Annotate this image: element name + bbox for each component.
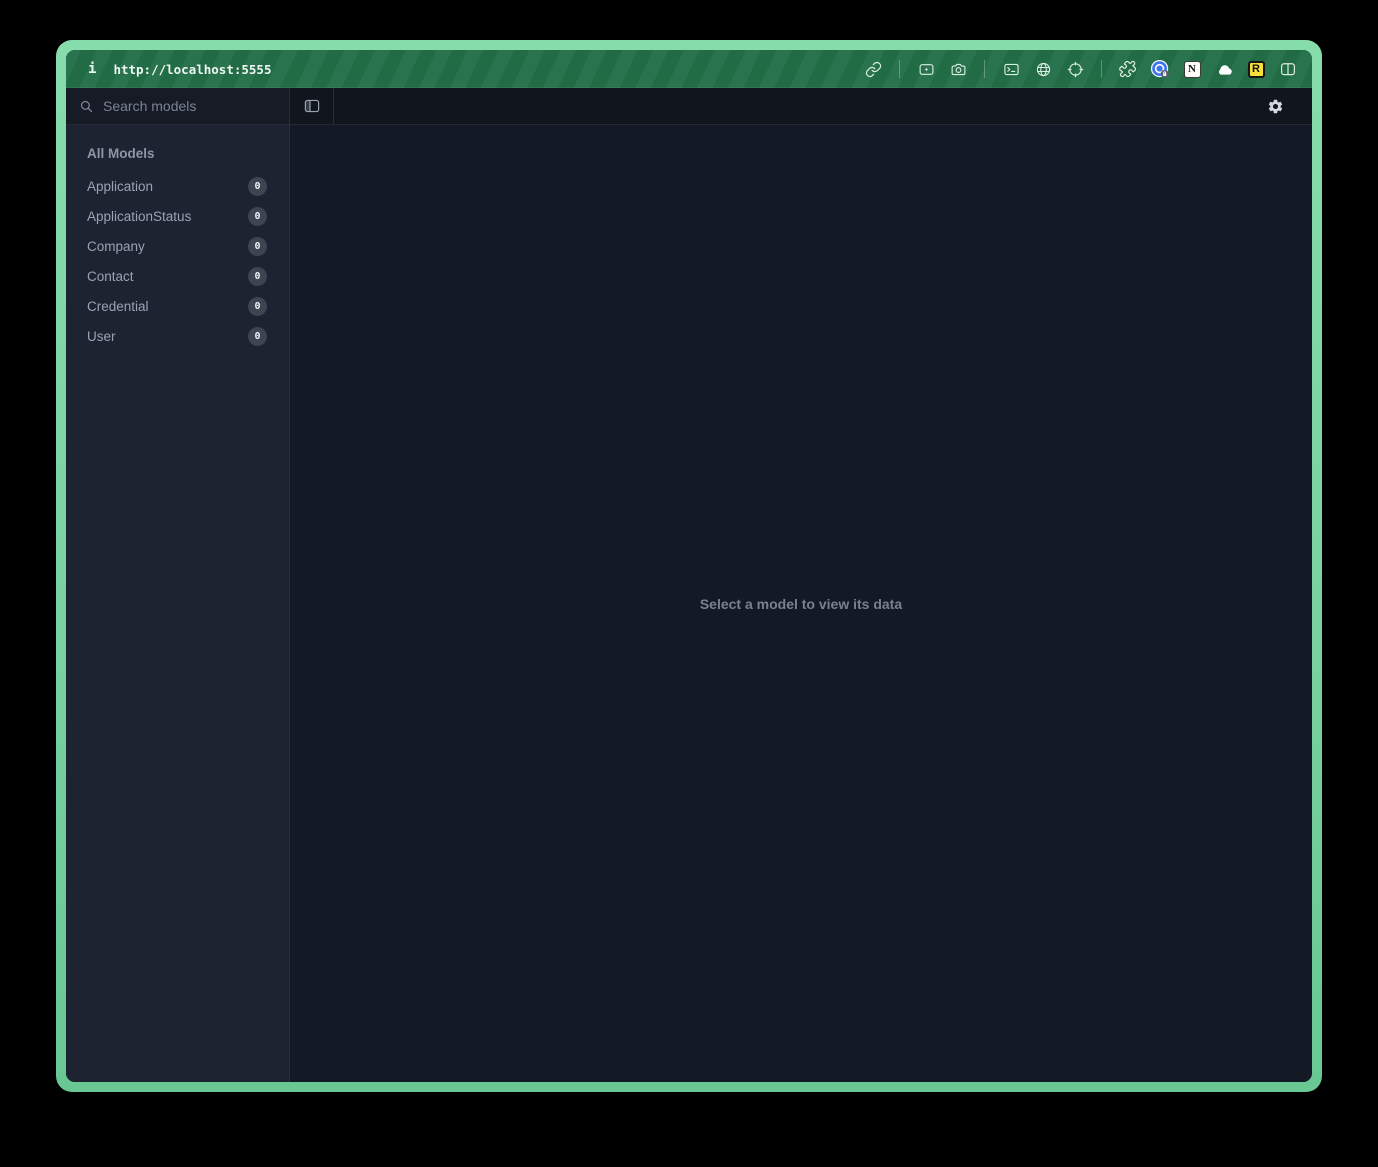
titlebar-toolbar: N R	[863, 59, 1298, 79]
studio-header	[66, 88, 1312, 125]
model-count-badge: 0	[248, 267, 267, 286]
r-extension-icon[interactable]: R	[1246, 59, 1266, 79]
model-label: Application	[87, 179, 153, 194]
browser-titlebar: i http://localhost:5555	[66, 50, 1312, 88]
model-label: ApplicationStatus	[87, 209, 191, 224]
empty-state-message: Select a model to view its data	[700, 596, 902, 612]
crosshair-icon[interactable]	[1065, 59, 1085, 79]
model-label: Credential	[87, 299, 149, 314]
toolbar-separator	[1101, 60, 1102, 78]
main-panel: Select a model to view its data	[290, 125, 1312, 1082]
cloud-icon[interactable]	[1214, 59, 1234, 79]
model-count-badge: 0	[248, 207, 267, 226]
info-icon[interactable]: i	[88, 61, 96, 77]
notion-icon[interactable]: N	[1182, 59, 1202, 79]
model-count-badge: 0	[248, 237, 267, 256]
model-count-badge: 0	[248, 327, 267, 346]
sidebar-item-applicationstatus[interactable]: ApplicationStatus 0	[66, 201, 289, 231]
sidebar-item-user[interactable]: User 0	[66, 321, 289, 351]
model-count-badge: 0	[248, 177, 267, 196]
model-label: User	[87, 329, 116, 344]
camera-icon[interactable]	[948, 59, 968, 79]
panel-split-icon[interactable]	[1278, 59, 1298, 79]
sidebar-item-company[interactable]: Company 0	[66, 231, 289, 261]
app-frame: i http://localhost:5555	[66, 50, 1312, 1082]
sidebar-title: All Models	[66, 138, 289, 168]
model-label: Company	[87, 239, 145, 254]
model-label: Contact	[87, 269, 134, 284]
sidebar-item-application[interactable]: Application 0	[66, 171, 289, 201]
toolbar-separator	[984, 60, 985, 78]
sidebar-item-credential[interactable]: Credential 0	[66, 291, 289, 321]
r-extension-letter: R	[1248, 61, 1265, 78]
screenshot-icon[interactable]	[916, 59, 936, 79]
search-icon	[79, 99, 94, 114]
puzzle-extensions-icon[interactable]	[1118, 59, 1138, 79]
search-bar	[66, 88, 290, 124]
toolbar-separator	[899, 60, 900, 78]
content-area: All Models Application 0 ApplicationStat…	[66, 125, 1312, 1082]
onepassword-icon[interactable]	[1150, 59, 1170, 79]
search-input[interactable]	[103, 98, 276, 114]
sidebar-item-contact[interactable]: Contact 0	[66, 261, 289, 291]
browser-window: i http://localhost:5555	[56, 40, 1322, 1092]
link-icon[interactable]	[863, 59, 883, 79]
model-count-badge: 0	[248, 297, 267, 316]
sidebar-toggle-button[interactable]	[290, 88, 334, 124]
settings-gear-icon[interactable]	[1264, 95, 1286, 117]
globe-icon[interactable]	[1033, 59, 1053, 79]
notion-letter: N	[1184, 61, 1201, 78]
url-bar[interactable]: http://localhost:5555	[113, 62, 271, 77]
header-actions	[334, 88, 1312, 124]
models-sidebar: All Models Application 0 ApplicationStat…	[66, 125, 290, 1082]
terminal-icon[interactable]	[1001, 59, 1021, 79]
